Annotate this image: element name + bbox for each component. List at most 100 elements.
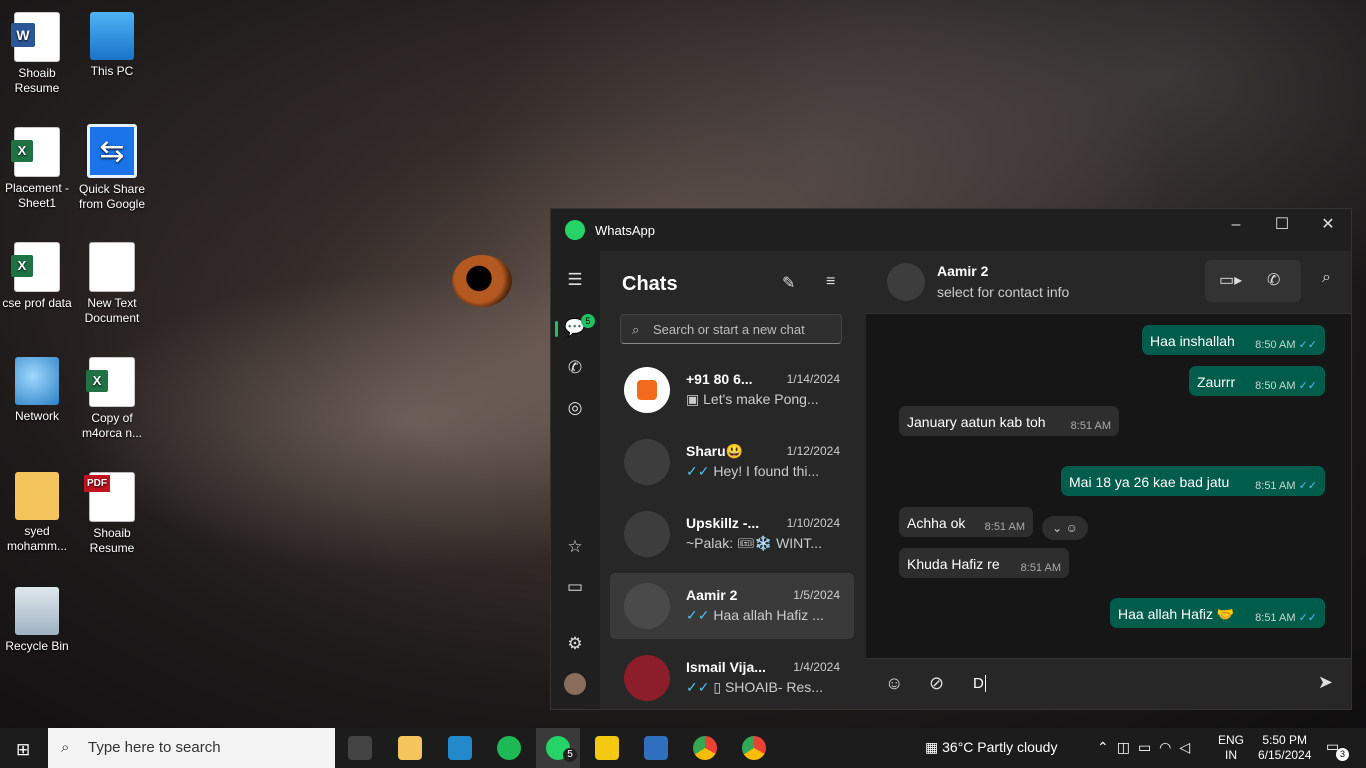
whatsapp-window: WhatsApp – ☐ ✕ ☰ 💬 5 ✆ ◎ ☆ ▭ ⚙ Chats ✎ ≡… <box>550 208 1352 710</box>
start-windows-icon[interactable]: ⊞ <box>16 740 30 760</box>
desktop-icon-quick-share[interactable]: ⇆ Quick Share from Google <box>76 124 148 212</box>
snipping-tool-icon[interactable] <box>644 736 668 760</box>
attach-icon[interactable]: ⊘ <box>929 673 944 694</box>
desktop-icon-shoaib-resume-doc[interactable]: Shoaib Resume <box>1 12 73 96</box>
task-view-icon[interactable] <box>348 736 372 760</box>
whatsapp-taskbar-button[interactable]: 5 <box>536 728 580 768</box>
desktop-icon-network[interactable]: Network <box>1 357 73 424</box>
call-buttons-group: ▭▸ ✆ <box>1205 260 1301 302</box>
desktop-icon-this-pc[interactable]: This PC <box>76 12 148 79</box>
starred-icon[interactable]: ☆ <box>564 536 586 558</box>
reaction-button[interactable]: ⌄ ☺ <box>1042 516 1088 540</box>
archive-icon[interactable]: ▭ <box>564 576 586 598</box>
weather-widget[interactable]: ▦ 36°C Partly cloudy <box>925 739 1057 756</box>
file-explorer-icon[interactable] <box>398 736 422 760</box>
profile-avatar[interactable] <box>564 673 586 695</box>
taskbar-search-box[interactable]: ⌕ Type here to search <box>48 728 335 768</box>
search-placeholder: Search or start a new chat <box>653 322 805 337</box>
chat-list-item[interactable]: Upskillz -... 1/10/2024 ~Palak: 🎟❄️ WINT… <box>610 501 854 567</box>
clock[interactable]: 5:50 PM 6/15/2024 <box>1258 733 1311 763</box>
message-time: 8:50 AM ✓✓ <box>1255 339 1317 351</box>
contact-name: Aamir 2 <box>937 263 989 279</box>
message-outgoing[interactable]: Zaurrr 8:50 AM ✓✓ <box>1189 366 1325 396</box>
message-time: 8:51 AM ✓✓ <box>1255 480 1317 492</box>
chat-preview: ✓✓ ▯ SHOAIB- Res... <box>686 679 823 695</box>
chevron-down-icon: ⌄ <box>1052 521 1063 535</box>
quick-share-icon: ⇆ <box>87 124 137 178</box>
read-ticks-icon: ✓✓ <box>686 463 714 479</box>
desktop-icon-copy-of-m4orca[interactable]: Copy of m4orca n... <box>76 357 148 441</box>
desktop-icon-new-text-document[interactable]: New Text Document <box>76 242 148 326</box>
send-icon[interactable]: ➤ <box>1318 672 1333 693</box>
chat-avatar <box>624 439 670 485</box>
message-incoming[interactable]: Khuda Hafiz re 8:51 AM <box>899 548 1069 578</box>
power-bi-icon[interactable] <box>595 736 619 760</box>
chat-preview: ▣ Let's make Pong... <box>686 391 819 407</box>
chat-date: 1/12/2024 <box>786 444 840 458</box>
message-time: 8:51 AM ✓✓ <box>1255 612 1317 624</box>
voice-call-icon[interactable]: ✆ <box>1267 270 1280 290</box>
chat-list-item[interactable]: +91 80 6... 1/14/2024 ▣ Let's make Pong.… <box>610 357 854 423</box>
conversation-header[interactable]: Aamir 2 select for contact info ▭▸ ✆ ⌕ <box>866 251 1351 314</box>
search-placeholder: Type here to search <box>88 739 221 756</box>
status-icon[interactable]: ◎ <box>564 397 586 419</box>
chat-search-input[interactable]: ⌕ Search or start a new chat <box>620 314 842 344</box>
desktop-icon-placement-sheet[interactable]: Placement - Sheet1 <box>1 127 73 211</box>
language-indicator[interactable]: ENG IN <box>1218 733 1244 763</box>
weather-icon: ▦ <box>925 739 943 755</box>
chat-preview: ✓✓ Hey! I found thi... <box>686 463 820 479</box>
message-incoming[interactable]: Achha ok 8:51 AM <box>899 507 1033 537</box>
chat-preview: ~Palak: 🎟❄️ WINT... <box>686 535 822 551</box>
chats-heading: Chats <box>622 273 678 295</box>
vscode-icon[interactable] <box>448 736 472 760</box>
chat-list-item[interactable]: Ismail Vija... 1/4/2024 ✓✓ ▯ SHOAIB- Res… <box>610 645 854 711</box>
conversation-panel: Aamir 2 select for contact info ▭▸ ✆ ⌕ H… <box>866 251 1351 709</box>
pc-icon <box>90 12 134 60</box>
desktop-icon-shoaib-resume-pdf[interactable]: Shoaib Resume <box>76 472 148 556</box>
chrome-profile-icon[interactable] <box>742 736 766 760</box>
contact-avatar <box>887 263 925 301</box>
message-input[interactable]: D <box>973 675 986 692</box>
calls-icon[interactable]: ✆ <box>564 357 586 379</box>
excel-icon <box>11 127 60 177</box>
message-incoming[interactable]: January aatun kab toh 8:51 AM <box>899 406 1119 436</box>
emoji-icon[interactable]: ☺ <box>885 673 903 694</box>
whatsapp-logo-icon <box>565 220 585 240</box>
chat-date: 1/4/2024 <box>793 660 840 674</box>
chat-list-panel: Chats ✎ ≡ ⌕ Search or start a new chat +… <box>600 251 866 709</box>
message-outgoing[interactable]: Haa allah Hafiz 🤝 8:51 AM ✓✓ <box>1110 598 1325 628</box>
settings-icon[interactable]: ⚙ <box>564 633 586 655</box>
filter-icon[interactable]: ≡ <box>826 273 835 291</box>
chat-name: Upskillz -... <box>686 515 760 531</box>
maximize-button[interactable]: ☐ <box>1259 209 1305 241</box>
user-folder-icon <box>15 472 59 520</box>
video-call-icon[interactable]: ▭▸ <box>1219 270 1242 290</box>
chat-preview: ✓✓ Haa allah Hafiz ... <box>686 607 824 623</box>
chat-name: Ismail Vija... <box>686 659 766 675</box>
search-in-chat-icon[interactable]: ⌕ <box>1322 269 1331 287</box>
unread-badge: 5 <box>581 314 595 328</box>
menu-icon[interactable]: ☰ <box>564 269 586 291</box>
chat-list-item-selected[interactable]: Aamir 2 1/5/2024 ✓✓ Haa allah Hafiz ... <box>610 573 854 639</box>
message-outgoing[interactable]: Haa inshallah 8:50 AM ✓✓ <box>1142 325 1325 355</box>
close-button[interactable]: ✕ <box>1305 209 1351 241</box>
desktop-icon-recycle-bin[interactable]: Recycle Bin <box>1 587 73 654</box>
desktop-icon-syed-folder[interactable]: syed mohamm... <box>1 472 73 554</box>
minimize-button[interactable]: – <box>1213 209 1259 241</box>
spotify-icon[interactable] <box>497 736 521 760</box>
chrome-icon[interactable] <box>693 736 717 760</box>
new-chat-icon[interactable]: ✎ <box>782 273 795 293</box>
system-tray-icons[interactable]: ⌃◫▭◠◁ <box>1097 739 1198 756</box>
chat-avatar <box>624 367 670 413</box>
chat-list-item[interactable]: Sharu😃 1/12/2024 ✓✓ Hey! I found thi... <box>610 429 854 495</box>
text-document-icon <box>89 242 135 292</box>
chat-name: Sharu😃 <box>686 443 744 459</box>
desktop-icon-cse-prof-data[interactable]: cse prof data <box>1 242 73 311</box>
message-composer: ☺ ⊘ D ➤ <box>866 658 1351 709</box>
message-time: 8:51 AM <box>1020 562 1061 574</box>
read-ticks-icon: ✓✓ <box>686 679 714 695</box>
chat-date: 1/10/2024 <box>786 516 840 530</box>
message-outgoing[interactable]: Mai 18 ya 26 kae bad jatu 8:51 AM ✓✓ <box>1061 466 1325 496</box>
swiggy-logo-icon <box>637 380 657 400</box>
group-avatar <box>624 511 670 557</box>
